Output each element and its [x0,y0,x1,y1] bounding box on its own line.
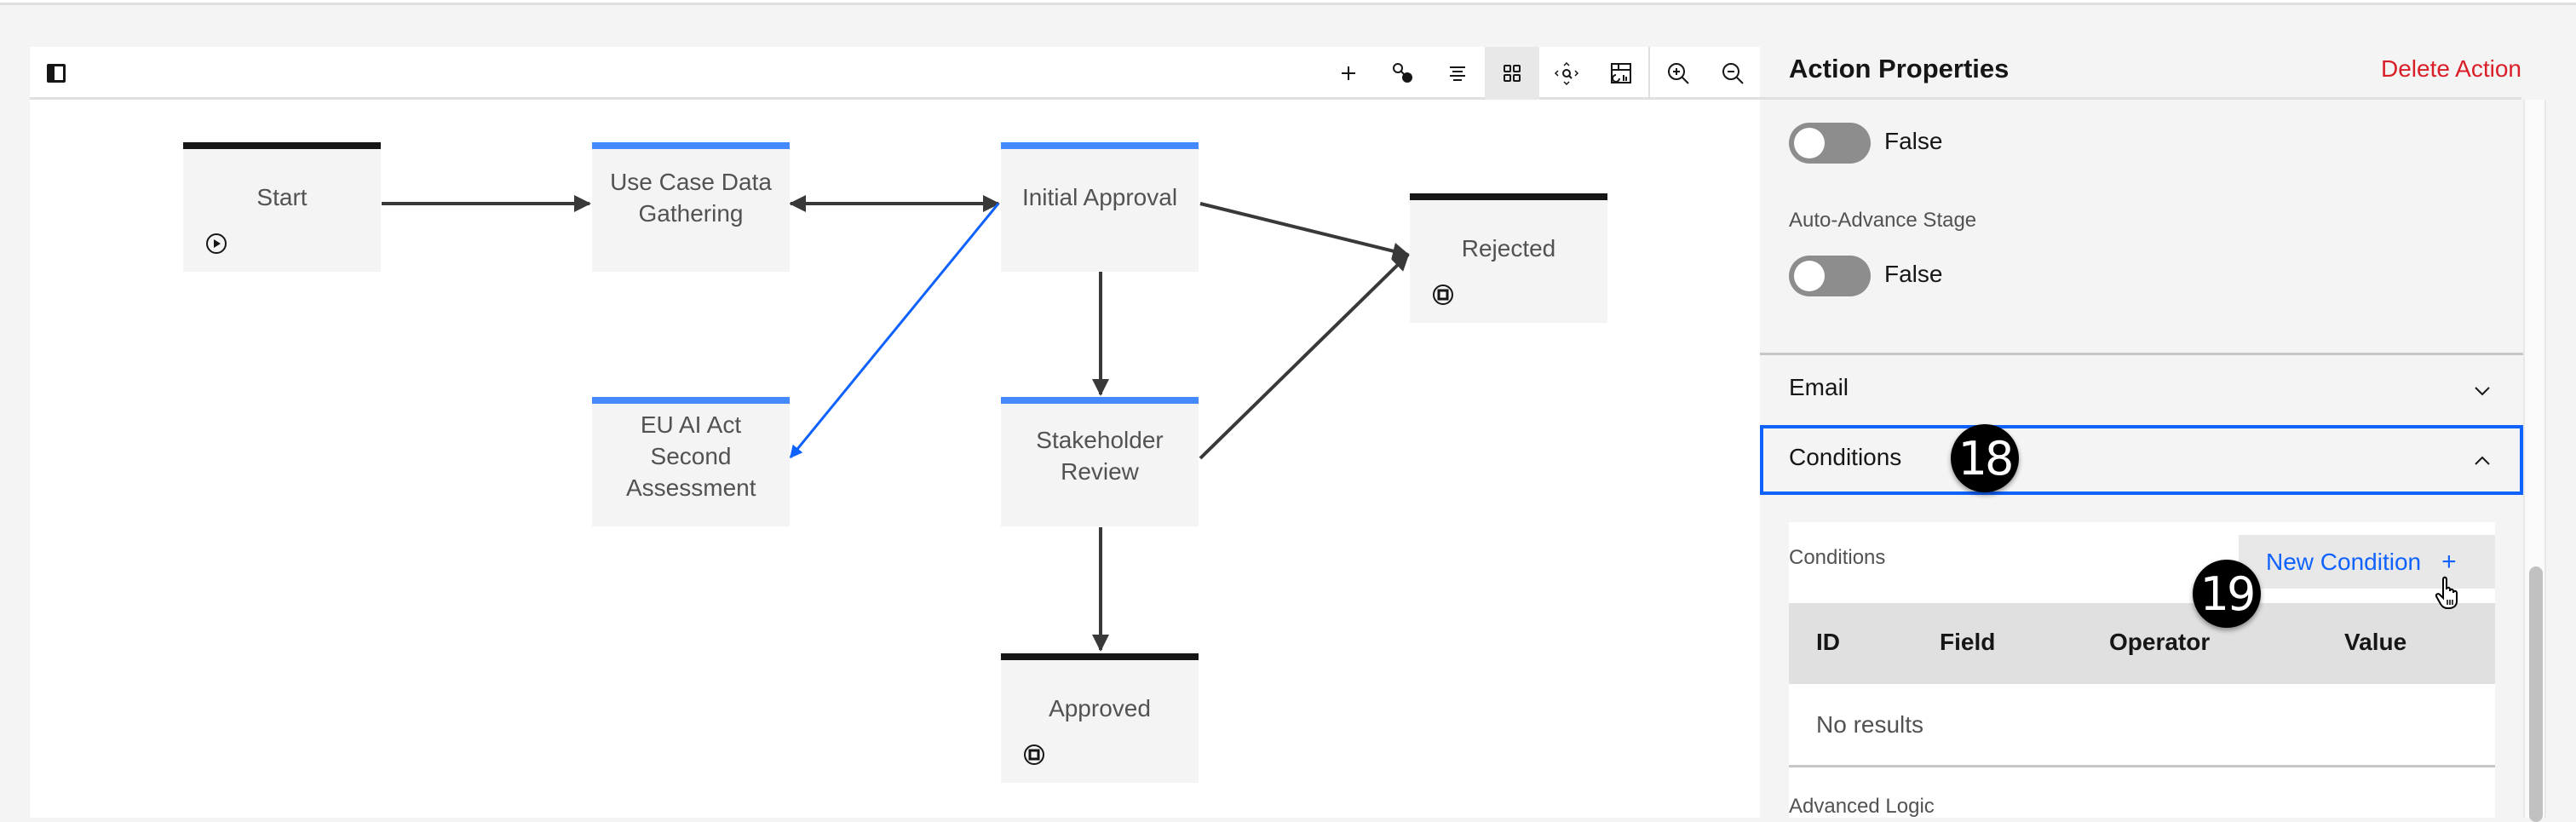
node-label: Stakeholder Review [1036,427,1164,485]
node-stakeholder[interactable]: Stakeholder Review [1001,397,1199,526]
canvas-toolbar [30,47,1760,100]
node-initial-approval[interactable]: Initial Approval [1001,142,1199,272]
connect-button[interactable] [1376,47,1430,100]
node-label: EU AI Act Second Assessment [626,411,756,501]
accordion-title: Email [1789,374,1849,400]
hand-pointer-cursor-icon [2435,576,2458,609]
conditions-section: Conditions New Condition + ID Field Oper… [1789,522,2495,818]
grid-icon [1504,65,1521,82]
zoom-in-icon [1668,63,1689,84]
conditions-table: ID Field Operator Value No results [1789,603,2495,767]
action-properties-panel: Action Properties Delete Action False Au… [1760,47,2576,822]
accordion-conditions[interactable]: Conditions [1760,425,2523,495]
play-icon [206,233,227,254]
annotation-badge: 18 [1951,424,2019,492]
accordion-title: Conditions [1789,444,1902,470]
node-rejected[interactable]: Rejected [1410,193,1607,323]
zoom-out-icon [1722,63,1744,84]
auto-advance-label: Auto-Advance Stage [1789,209,1977,232]
column-header-operator[interactable]: Operator [2109,629,2210,656]
annotation-badge: 19 [2193,560,2261,628]
toggle-value: False [1884,128,1943,154]
table-header: ID Field Operator Value [1789,603,2495,684]
delete-action-button[interactable]: Delete Action [2381,55,2521,83]
advanced-logic-label: Advanced Logic [1789,795,1935,818]
node-approved[interactable]: Approved [1001,653,1199,783]
fit-view-button[interactable] [1539,47,1594,100]
node-label: Use Case Data Gathering [610,169,772,227]
column-header-id[interactable]: ID [1816,629,1840,656]
edge-initialapproval-rejected[interactable] [1199,202,1410,260]
toolbar-divider [1648,47,1650,100]
table-body: No results [1789,684,2495,767]
auto-advance-toggle[interactable] [1789,256,1871,296]
grid-layout-button[interactable] [1485,47,1539,100]
node-eu-ai-act[interactable]: EU AI Act Second Assessment [592,397,790,526]
minimap-icon [1611,63,1631,83]
node-label: Rejected [1461,235,1556,262]
empty-state-text: No results [1816,711,1924,738]
panel-title: Action Properties [1789,54,2010,83]
top-border [0,0,2576,5]
fit-to-screen-icon [1554,61,1579,86]
accordion-email[interactable]: Email [1760,355,2523,425]
new-condition-label: New Condition [2266,548,2422,575]
zoom-in-button[interactable] [1651,47,1705,100]
auto-advance-value: False [1884,261,1943,287]
node-label: Approved [1049,695,1151,721]
connect-nodes-icon [1393,63,1412,83]
edge-initialapproval-euaiact[interactable] [789,203,1000,459]
stop-icon [1433,285,1453,305]
minimap-button[interactable] [1594,47,1648,100]
zoom-out-button[interactable] [1705,47,1760,100]
panel-header: Action Properties Delete Action [1760,47,2521,100]
conditions-label: Conditions [1789,546,1886,569]
toggle-switch[interactable] [1789,123,1871,164]
scrollbar-thumb[interactable] [2529,566,2543,822]
panel-scrollbar[interactable] [2523,100,2546,822]
column-header-field[interactable]: Field [1940,629,1995,656]
workflow-canvas[interactable]: Start Use Case Data Gathering Initial Ap… [30,47,1760,818]
edge-stakeholder-rejected[interactable] [1199,253,1410,460]
add-node-button[interactable] [1321,47,1376,100]
node-label: Start [256,184,308,210]
plus-icon [1342,66,1355,80]
sidebar-toggle-icon[interactable] [47,64,66,83]
align-center-icon [1450,66,1465,81]
column-header-value[interactable]: Value [2344,629,2406,656]
stop-icon [1024,744,1044,765]
node-start[interactable]: Start [183,142,381,272]
plus-icon: + [2441,547,2457,576]
chevron-down-icon [2475,387,2490,396]
node-use-case[interactable]: Use Case Data Gathering [592,142,790,272]
chevron-up-icon [2475,456,2490,465]
align-button[interactable] [1430,47,1485,100]
node-label: Initial Approval [1021,184,1178,210]
